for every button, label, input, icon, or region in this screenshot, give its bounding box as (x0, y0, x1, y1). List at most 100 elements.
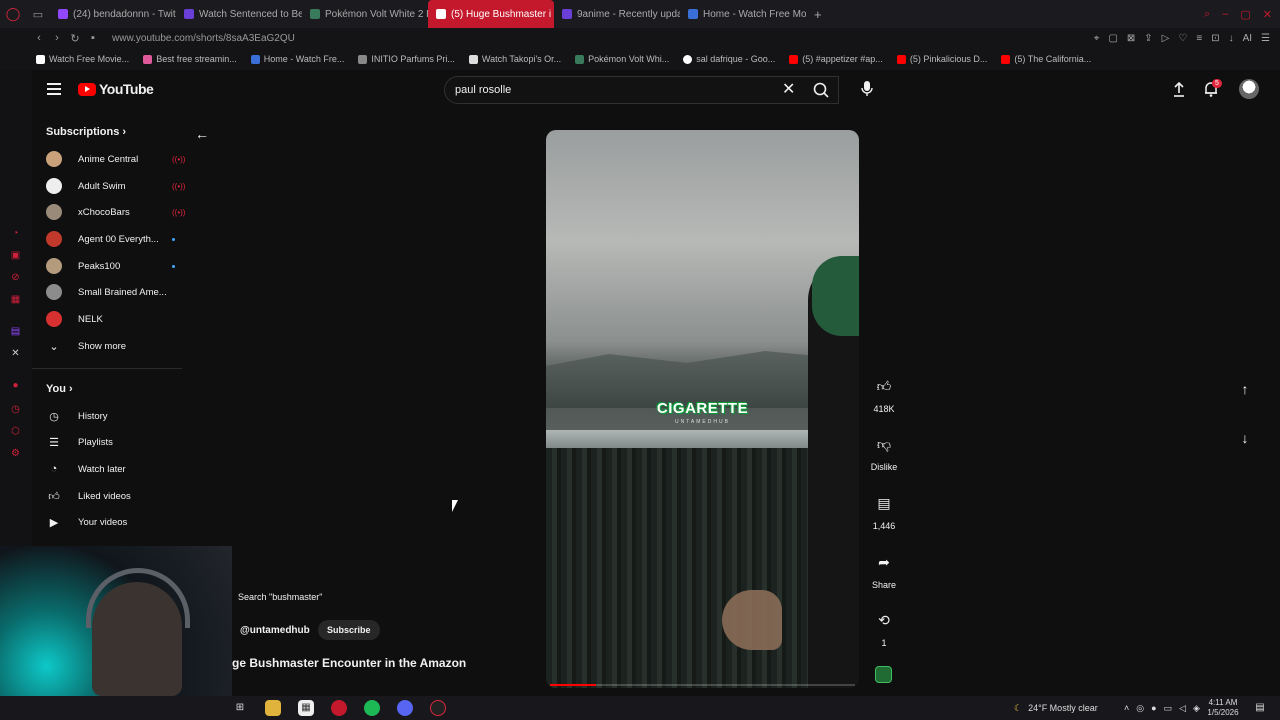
channel-handle[interactable]: @untamedhub (240, 625, 310, 636)
back-icon[interactable]: ‹ (30, 32, 48, 44)
bookmark[interactable]: Watch Free Movie... (36, 54, 129, 64)
bookmark[interactable]: (5) Pinkalicious D... (896, 54, 987, 64)
youtube-logo[interactable]: YouTube (78, 81, 154, 97)
bookmark[interactable]: Watch Takopi's Or... (468, 54, 561, 64)
download-icon[interactable]: ↓ (1229, 33, 1234, 44)
heart-icon[interactable]: ♡ (1178, 33, 1187, 44)
search-suggestion-chip[interactable]: Search "bushmaster" (238, 592, 322, 602)
previous-short-icon[interactable]: ↑ (1236, 381, 1254, 399)
sidebar-item-watch-later[interactable]: ◔ Watch later (46, 456, 186, 482)
browser-tab[interactable]: (24) bendadonnn - Twitch (50, 0, 176, 28)
settings-rail-icon[interactable]: ⚙ (10, 448, 21, 459)
back-arrow-icon[interactable]: ← (195, 126, 209, 142)
sidebar-item-liked-videos[interactable]: 👍︎ Liked videos (46, 483, 186, 509)
spotify-icon[interactable]: ● (10, 380, 21, 391)
history-rail-icon[interactable]: ◷ (10, 404, 21, 415)
player-icon[interactable]: ▷ (1162, 33, 1170, 44)
browser-tab[interactable]: 9anime - Recently updat (554, 0, 680, 28)
extensions-icon[interactable]: ⬡ (10, 426, 21, 437)
opera-gx-icon[interactable] (331, 700, 347, 716)
chevron-up-icon[interactable]: ˄ (1124, 703, 1129, 713)
share-icon[interactable]: ⇪ (1144, 33, 1152, 44)
subscription-item[interactable]: Agent 00 Everyth... (46, 226, 186, 252)
security-icon[interactable]: ◈ (1193, 703, 1200, 714)
search-tabs-icon[interactable]: ⌕ (1204, 8, 1210, 21)
minimize-icon[interactable]: – (1222, 8, 1228, 20)
clear-search-icon[interactable]: ✕ (782, 79, 795, 99)
sidebar-item-history[interactable]: ◷ History (46, 403, 186, 429)
mic-tray-icon[interactable]: ● (1151, 703, 1156, 713)
dislike-button[interactable]: 👎︎ Dislike (866, 432, 902, 472)
tab-overview-icon[interactable]: ▭ (26, 8, 50, 21)
subscription-item[interactable]: Small Brained Ame... (46, 279, 186, 305)
notification-center-icon[interactable]: ▤ (1252, 700, 1268, 716)
bookmark[interactable]: Best free streamin... (143, 54, 237, 64)
clock[interactable]: 4:11 AM 1/5/2026 (1200, 698, 1246, 718)
bookmark[interactable]: Home - Watch Fre... (250, 54, 344, 64)
create-upload-icon[interactable] (1170, 80, 1188, 98)
bookmark[interactable]: (5) #appetizer #ap... (789, 54, 883, 64)
maximize-icon[interactable]: ▢ (1240, 8, 1250, 21)
short-title[interactable]: ge Bushmaster Encounter in the Amazon (232, 656, 466, 670)
voice-search-icon[interactable] (858, 79, 876, 97)
subscription-item[interactable]: xChocoBars ((•)) (46, 199, 186, 225)
you-heading[interactable]: You › (46, 383, 73, 395)
subscription-item[interactable]: Anime Central ((•)) (46, 146, 186, 172)
network-icon[interactable]: ▭ (1164, 703, 1173, 714)
sound-channel-thumbnail[interactable] (875, 666, 892, 683)
messenger-icon[interactable]: ▦ (10, 294, 21, 305)
subscription-item[interactable]: Peaks100 (46, 253, 186, 279)
aria-icon[interactable]: ◔ (10, 228, 21, 239)
file-explorer-icon[interactable] (265, 700, 281, 716)
guide-menu-icon[interactable] (47, 83, 61, 98)
browser-tab[interactable]: Pokémon Volt White 2 Re (302, 0, 428, 28)
store-icon[interactable]: ▦ (298, 700, 314, 716)
block-icon[interactable]: ⊠ (1127, 33, 1135, 44)
new-tab-icon[interactable]: + (806, 7, 830, 22)
shop-icon[interactable]: ▣ (10, 250, 21, 261)
share-button[interactable]: ➦ Share (866, 550, 902, 590)
sidebar-item-playlists[interactable]: ☰ Playlists (46, 429, 186, 455)
search-button[interactable] (806, 77, 838, 103)
forward-icon[interactable]: › (48, 32, 66, 44)
spotify-icon[interactable] (364, 700, 380, 716)
subscriptions-heading[interactable]: Subscriptions › (46, 126, 126, 138)
bookmark[interactable]: (5) The California... (1001, 54, 1091, 64)
snapshot-icon[interactable]: ▢ (1108, 33, 1117, 44)
subscribe-button[interactable]: Subscribe (318, 620, 380, 640)
obs-icon[interactable] (430, 700, 446, 716)
remix-button[interactable]: ⟲ 1 (866, 608, 902, 648)
bookmark[interactable]: Pokémon Volt Whi... (575, 54, 669, 64)
tray-app-icon[interactable]: ◎ (1136, 703, 1144, 714)
settings-icon[interactable]: ☰ (1261, 33, 1270, 44)
task-view-icon[interactable]: ⊞ (232, 700, 248, 716)
twitch-icon[interactable]: ▤ (10, 326, 21, 337)
video-progress-bar[interactable] (550, 684, 855, 686)
weather-widget[interactable]: ☾ 24°F Mostly clear (1014, 696, 1098, 720)
x-icon[interactable]: ✕ (10, 348, 21, 359)
comments-button[interactable]: ▤ 1,446 (866, 491, 902, 531)
ai-icon[interactable]: AI (1243, 33, 1252, 44)
discord-icon[interactable] (397, 700, 413, 716)
bookmark[interactable]: INITIO Parfums Pri... (358, 54, 455, 64)
subscription-item[interactable]: Adult Swim ((•)) (46, 173, 186, 199)
search-input[interactable]: paul rosolle (444, 76, 839, 104)
browser-tab[interactable]: Watch Sentenced to Be a (176, 0, 302, 28)
browser-tab[interactable]: Home - Watch Free Movie (680, 0, 806, 28)
reload-icon[interactable]: ↻ (66, 32, 84, 45)
sidebar-item-your-videos[interactable]: ▶ Your videos (46, 509, 186, 535)
show-more-button[interactable]: ⌄ Show more (46, 333, 186, 359)
opera-logo-icon[interactable]: ◯ (0, 0, 26, 28)
crypto-icon[interactable]: ⊘ (10, 272, 21, 283)
like-button[interactable]: 👍︎ 418K (866, 374, 902, 414)
subscription-item[interactable]: NELK (46, 306, 186, 332)
menu-icon[interactable]: ≡ (1196, 33, 1202, 44)
volume-icon[interactable]: ◁ (1179, 703, 1186, 714)
wallet-icon[interactable]: ⊡ (1211, 33, 1219, 44)
browser-tab-active[interactable]: (5) Huge Bushmaster i (428, 0, 554, 28)
close-window-icon[interactable]: ✕ (1263, 8, 1272, 21)
bookmark[interactable]: sal dafrique - Goo... (683, 54, 775, 64)
account-avatar[interactable] (1239, 79, 1259, 99)
next-short-icon[interactable]: ↓ (1236, 430, 1254, 448)
url-field[interactable]: www.youtube.com/shorts/8saA3EaG2QU (112, 33, 295, 44)
